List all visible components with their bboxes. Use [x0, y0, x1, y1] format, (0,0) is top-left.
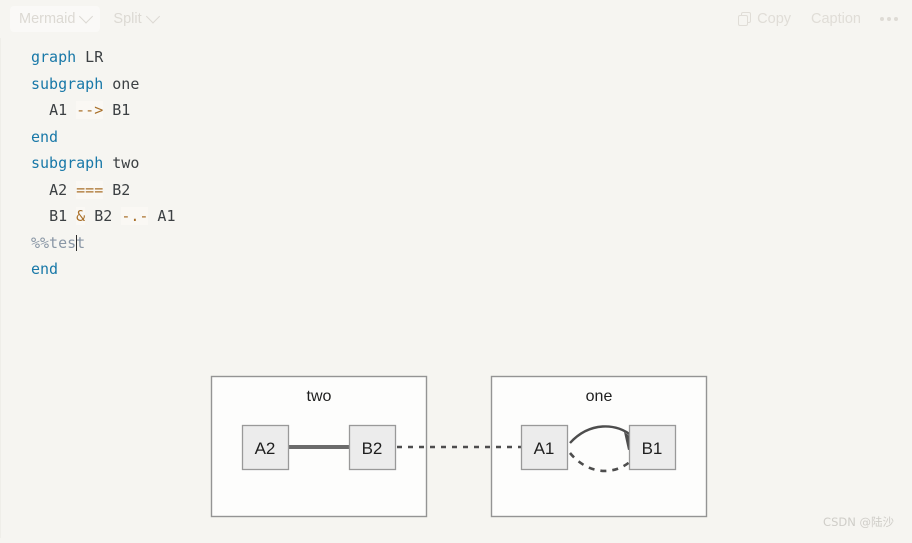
code-token: end [31, 127, 59, 146]
code-token: A1 [148, 207, 176, 225]
code-token: graph [31, 48, 77, 66]
node-b2-label: B2 [362, 439, 383, 458]
code-token: A1 [49, 101, 77, 119]
chevron-down-icon [145, 9, 160, 24]
diagram-svg: two one B1 --> A2 B2 A1 [210, 375, 708, 518]
code-token: subgraph [31, 74, 104, 93]
code-line[interactable]: B1 & B2 -.- A1 [31, 203, 912, 230]
code-token: end [31, 260, 59, 278]
code-token: -.- [121, 207, 149, 225]
chevron-down-icon [79, 9, 94, 24]
code-line[interactable]: graph LR [31, 44, 912, 71]
code-token: %%tes [31, 233, 77, 252]
csdn-watermark: CSDN @陆沙 [823, 515, 894, 529]
toolbar-left-group: Mermaid Split [10, 6, 167, 32]
code-token: B2 [85, 207, 122, 225]
caption-button-label: Caption [811, 10, 861, 27]
code-line[interactable]: end [31, 256, 912, 283]
toolbar-right-group: Copy Caption [729, 6, 906, 32]
more-dot [887, 17, 891, 21]
code-line[interactable]: subgraph one [31, 71, 912, 98]
code-line[interactable]: end [31, 124, 912, 151]
more-dot [894, 17, 898, 21]
code-token: two [103, 154, 140, 172]
editor-toolbar: Mermaid Split Copy Caption [0, 0, 912, 38]
node-b1[interactable]: B1 [628, 424, 677, 471]
code-token: === [76, 180, 104, 199]
subgraph-one-title: one [586, 388, 613, 405]
copy-button-label: Copy [757, 10, 792, 27]
code-line[interactable]: subgraph two [31, 150, 912, 177]
node-a1[interactable]: A1 [520, 424, 569, 471]
node-a2[interactable]: A2 [241, 424, 290, 471]
node-b2[interactable]: B2 [348, 424, 397, 471]
copy-icon [738, 12, 752, 26]
code-token: A2 [49, 180, 77, 199]
node-a1-label: A1 [534, 439, 555, 458]
code-line[interactable]: A1 --> B1 [31, 97, 912, 124]
language-selector[interactable]: Mermaid [10, 6, 101, 32]
view-mode-selector[interactable]: Split [104, 6, 166, 32]
copy-button[interactable]: Copy [729, 6, 800, 32]
code-token: B2 [103, 180, 131, 199]
mermaid-code-editor[interactable]: graph LR subgraph one A1 --> B1 end subgrap… [1, 38, 912, 283]
code-line[interactable]: A2 === B2 [31, 177, 912, 204]
code-line[interactable]: %%test [31, 230, 912, 257]
code-token: one [103, 74, 140, 93]
more-options-button[interactable] [872, 6, 906, 32]
view-mode-label: Split [113, 10, 142, 27]
node-a2-label: A2 [255, 439, 276, 458]
subgraph-two-title: two [307, 388, 332, 405]
language-selector-label: Mermaid [19, 10, 76, 27]
code-token: LR [76, 48, 104, 66]
code-token: --> [76, 101, 104, 119]
node-b1-label: B1 [642, 439, 663, 458]
more-dot [880, 17, 884, 21]
code-token: t [76, 233, 86, 252]
mermaid-diagram-preview: two one B1 --> A2 B2 A1 [0, 340, 912, 538]
code-token: subgraph [31, 154, 104, 172]
code-token: & [76, 207, 86, 225]
caption-button[interactable]: Caption [802, 6, 870, 32]
code-token: B1 [103, 101, 131, 119]
code-token: B1 [49, 207, 77, 225]
